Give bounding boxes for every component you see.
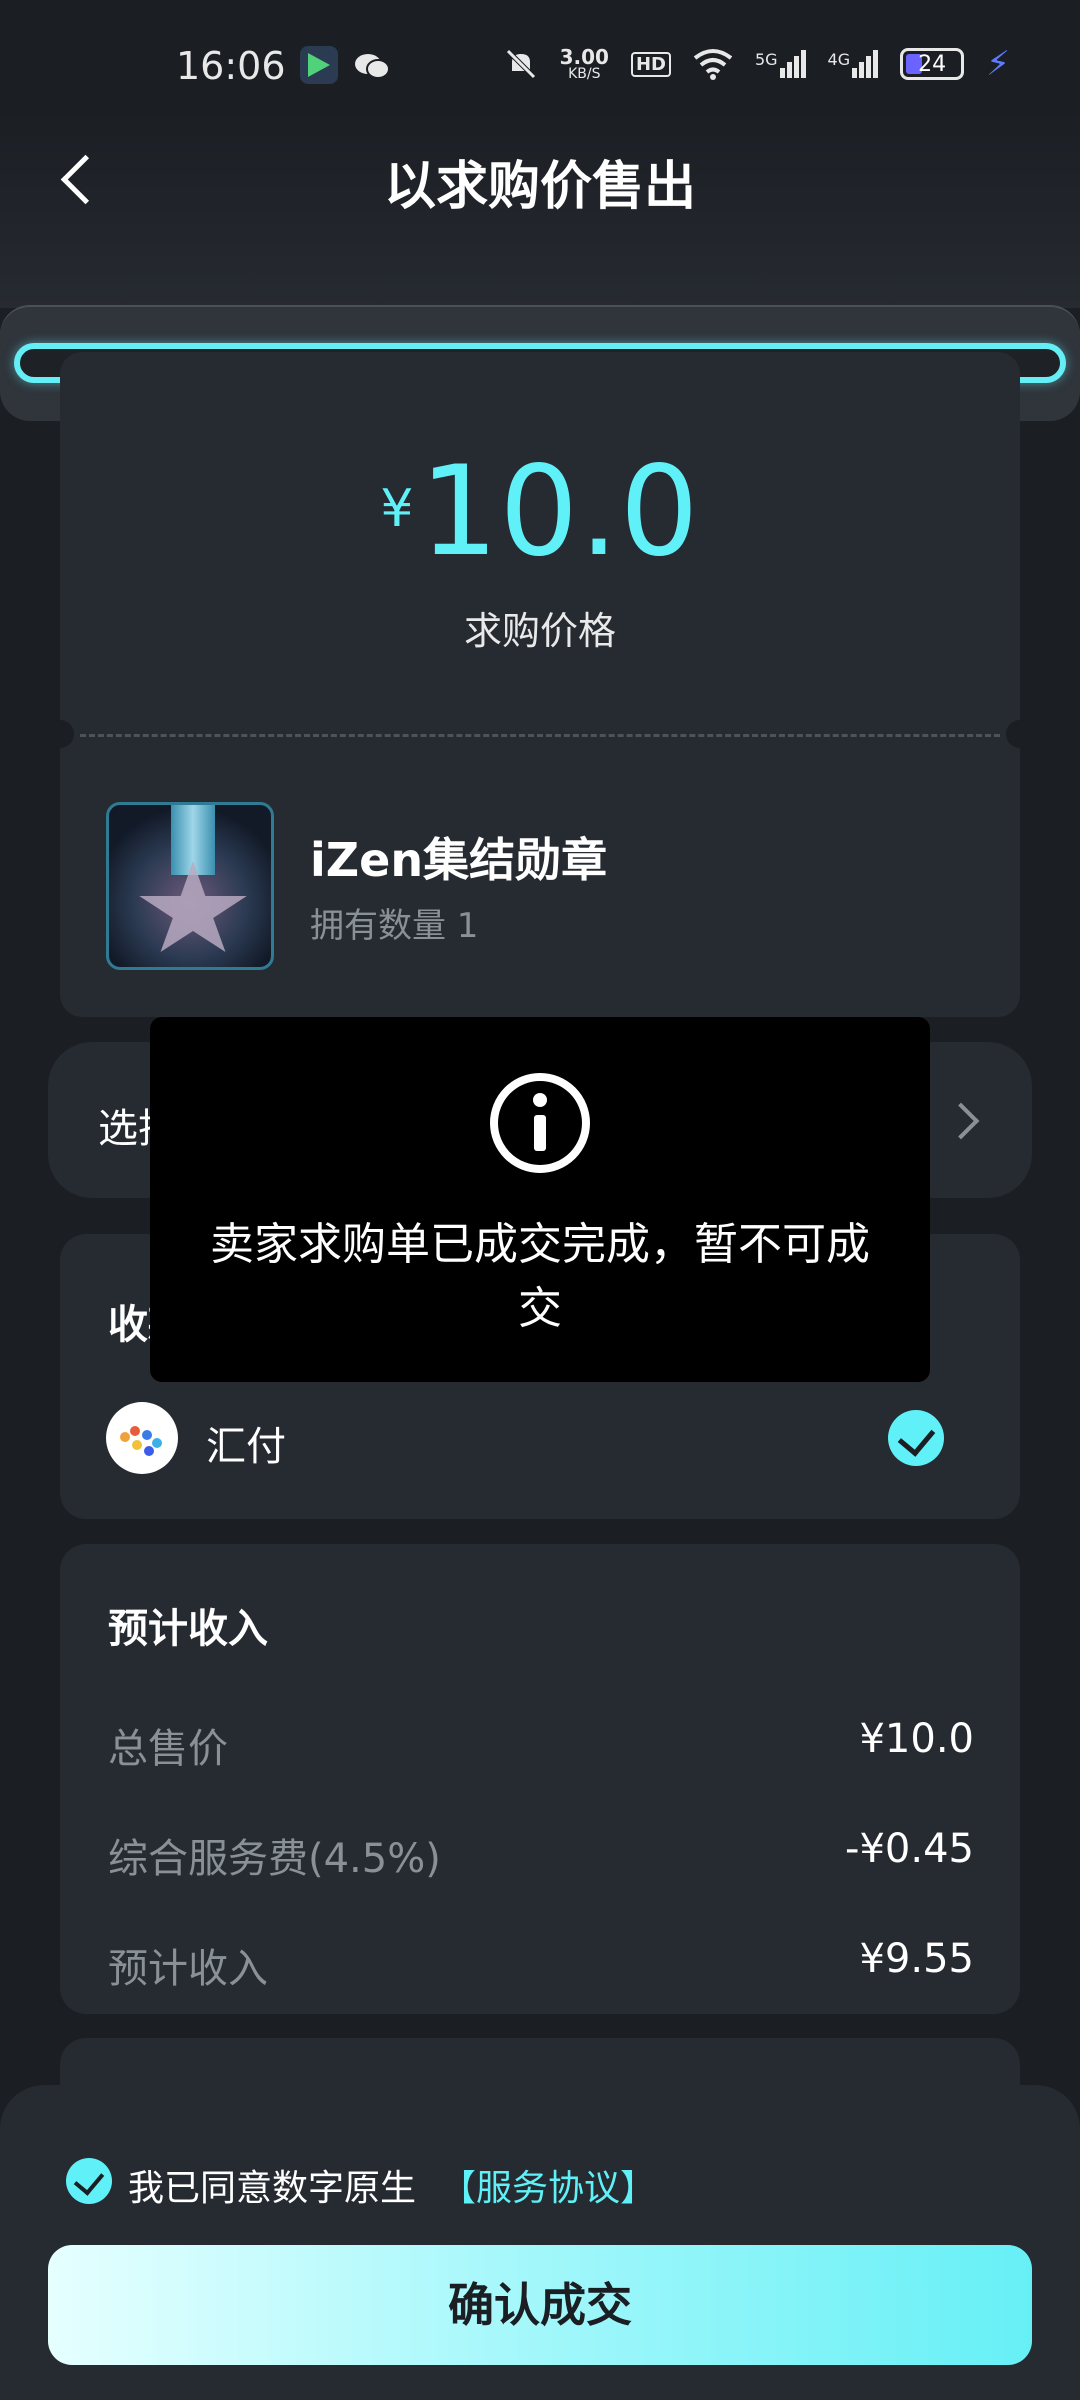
- currency-symbol: ¥: [380, 479, 414, 539]
- top-nav-bar: 以求购价售出: [0, 108, 1080, 308]
- signal-5g-label: 5G: [754, 50, 778, 69]
- payment-selected-check-icon[interactable]: [888, 1410, 944, 1466]
- total-price-label: 总售价: [108, 1726, 228, 1772]
- net-speed-value: 3.00: [559, 45, 609, 69]
- confirm-deal-button[interactable]: 确认成交: [48, 2245, 1032, 2365]
- signal-4g-label: 4G: [827, 50, 851, 69]
- error-toast: 卖家求购单已成交完成，暂不可成交: [150, 1017, 930, 1382]
- item-name: iZen集结勋章: [310, 833, 608, 887]
- charging-bolt-icon: ⚡: [986, 44, 1010, 84]
- page-title: 以求购价售出: [383, 157, 696, 217]
- video-app-icon: [300, 46, 338, 84]
- battery-level: 24: [918, 51, 947, 77]
- bottom-action-bar: 我已同意数字原生 【服务协议】 确认成交: [0, 2085, 1080, 2400]
- ticket-notch-right: [1006, 720, 1034, 748]
- status-time: 16:06: [176, 44, 286, 88]
- offer-ticket-card: ¥10.0 求购价格 iZen集结勋章 拥有数量 1: [60, 352, 1020, 1017]
- info-icon: [490, 1073, 590, 1173]
- offer-price-label: 求购价格: [463, 609, 616, 653]
- signal-5g: 5G: [755, 50, 806, 78]
- medal-image: [106, 802, 274, 970]
- mute-bell-icon: [505, 49, 536, 79]
- huifu-logo-icon: [106, 1402, 178, 1474]
- net-speed-unit: KB/S: [568, 66, 601, 82]
- net-speed-indicator: 3.00 KB/S: [560, 47, 609, 81]
- expected-income-title: 预计收入: [108, 1606, 268, 1652]
- status-bar: 16:06 3.00 KB/S HD 5G 4G 24 ⚡: [0, 0, 1080, 108]
- expected-income-card: 预计收入 总售价 ¥10.0 综合服务费(4.5%) -¥0.45 预计收入 ¥…: [60, 1544, 1020, 2014]
- service-fee-label: 综合服务费(4.5%): [108, 1836, 441, 1882]
- battery-indicator: 24: [900, 48, 965, 80]
- agreement-text: 我已同意数字原生: [128, 2168, 417, 2209]
- payment-method-name: 汇付: [206, 1424, 286, 1470]
- service-fee-value: -¥0.45: [845, 1826, 974, 1872]
- service-agreement-link[interactable]: 【服务协议】: [440, 2159, 656, 2211]
- ticket-notch-left: [46, 720, 74, 748]
- agreement-checkbox[interactable]: [66, 2158, 112, 2204]
- total-price-value: ¥10.0: [859, 1716, 974, 1762]
- net-income-value: ¥9.55: [859, 1936, 974, 1982]
- net-income-label: 预计收入: [108, 1946, 268, 1992]
- chevron-right-icon: [948, 1104, 978, 1134]
- wechat-icon: [355, 54, 390, 79]
- item-quantity: 拥有数量 1: [310, 906, 479, 946]
- ticket-divider: [80, 734, 1000, 737]
- hd-badge: HD: [630, 51, 671, 77]
- signal-4g: 4G: [828, 50, 879, 78]
- offer-price-value: 10.0: [419, 440, 700, 584]
- toast-message: 卖家求购单已成交完成，暂不可成交: [210, 1219, 870, 1334]
- wifi-icon: [693, 49, 733, 80]
- offer-price: ¥10.0: [60, 440, 1020, 584]
